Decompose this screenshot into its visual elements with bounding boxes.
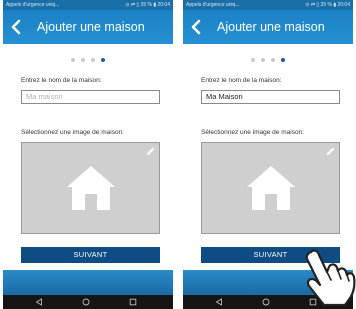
house-image-label: Sélectionnez une image de maison: <box>21 129 124 136</box>
nav-home-icon[interactable] <box>82 298 90 306</box>
status-notification-text: Appels d'urgence uniq... <box>6 2 60 8</box>
step-dot <box>81 57 85 62</box>
pencil-icon[interactable] <box>145 146 156 157</box>
nav-recent-icon[interactable] <box>129 298 137 306</box>
step-dot <box>261 57 265 62</box>
next-button[interactable]: SUIVANT <box>21 247 160 263</box>
pencil-icon[interactable] <box>325 146 336 157</box>
house-name-label: Entrez le nom de la maison: <box>21 77 102 84</box>
step-dot <box>71 57 75 62</box>
house-icon <box>247 166 295 210</box>
step-indicator <box>183 51 353 62</box>
hand-pointer-icon <box>305 249 356 306</box>
bottom-bar <box>3 270 173 295</box>
status-indicators: ⊙ ⇄ ▯ 35 % ▮ 20:04 <box>305 2 350 8</box>
house-name-label: Entrez le nom de la maison: <box>201 77 282 84</box>
step-dot-active <box>101 57 105 62</box>
status-notification-text: Appels d'urgence uniq... <box>186 2 240 8</box>
status-indicators: ⊙ ⇄ ▯ 35 % ▮ 20:04 <box>125 2 170 8</box>
house-image-label: Sélectionnez une image de maison: <box>201 129 304 136</box>
step-dot <box>251 57 255 62</box>
status-bar: Appels d'urgence uniq... ⊙ ⇄ ▯ 35 % ▮ 20… <box>3 0 173 10</box>
step-dot <box>271 57 275 62</box>
house-image-picker[interactable] <box>21 142 160 234</box>
step-dot-active <box>281 57 285 62</box>
page-title: Ajouter une maison <box>217 20 325 34</box>
nav-home-icon[interactable] <box>262 298 270 306</box>
house-image-picker[interactable] <box>201 142 340 234</box>
app-bar: Ajouter une maison <box>3 10 173 44</box>
house-name-input[interactable]: Ma maison <box>21 90 160 104</box>
status-bar: Appels d'urgence uniq... ⊙ ⇄ ▯ 35 % ▮ 20… <box>183 0 353 10</box>
page-title: Ajouter une maison <box>37 20 145 34</box>
nav-back-icon[interactable] <box>35 298 43 306</box>
house-name-input[interactable]: Ma Maison <box>201 90 340 104</box>
step-dot <box>91 57 95 62</box>
house-icon <box>67 166 115 210</box>
phone-screen-before: Appels d'urgence uniq... ⊙ ⇄ ▯ 35 % ▮ 20… <box>3 0 173 309</box>
app-bar: Ajouter une maison <box>183 10 353 44</box>
android-nav-bar <box>3 295 173 309</box>
step-indicator <box>3 51 173 62</box>
nav-back-icon[interactable] <box>215 298 223 306</box>
back-arrow-icon[interactable] <box>187 17 207 37</box>
back-arrow-icon[interactable] <box>7 17 27 37</box>
